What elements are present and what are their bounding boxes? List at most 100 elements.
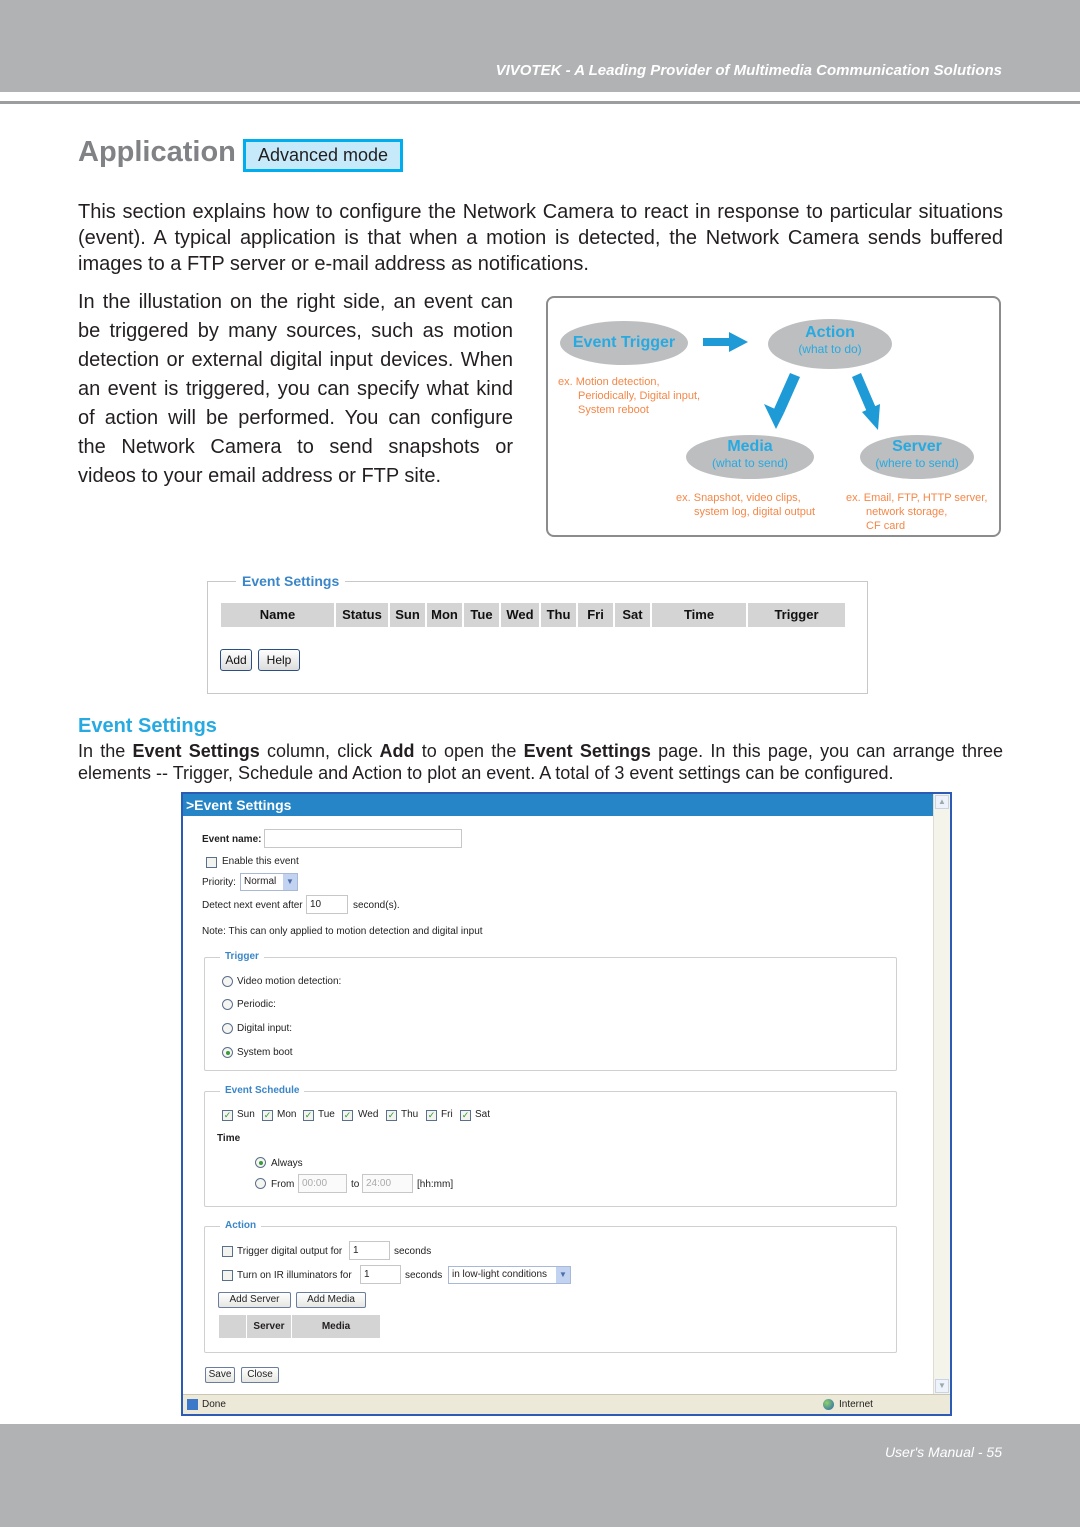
priority-value: Normal [244, 876, 277, 887]
day-checkbox-fri[interactable]: ✓ [426, 1110, 437, 1121]
event-name-input[interactable] [264, 829, 462, 848]
ir-illuminator-label: Turn on IR illuminators for [237, 1270, 352, 1281]
trigger-example-line: Periodically, Digital input, [578, 390, 701, 402]
section-paragraph: In the Event Settings column, click Add … [78, 740, 1003, 784]
text-run: column, click [259, 741, 380, 761]
day-checkbox-sat[interactable]: ✓ [460, 1110, 471, 1121]
server-node: Server (where to send) [860, 435, 974, 479]
detect-next-label: Detect next event after [202, 900, 303, 911]
media-example-line: ex. Snapshot, video clips, [676, 492, 801, 504]
day-checkbox-thu[interactable]: ✓ [386, 1110, 397, 1121]
add-media-button[interactable]: Add Media [296, 1292, 366, 1308]
header-tagline: VIVOTEK - A Leading Provider of Multimed… [495, 62, 1002, 79]
window-title: >Event Settings [183, 794, 935, 816]
digital-output-unit: seconds [394, 1246, 432, 1257]
trigger-radio-system-boot[interactable] [222, 1047, 233, 1058]
day-checkbox-mon[interactable]: ✓ [262, 1110, 273, 1121]
day-label: Tue [318, 1109, 335, 1120]
day-checkbox-wed[interactable]: ✓ [342, 1110, 353, 1121]
media-subtitle: (what to send) [711, 456, 789, 470]
ir-illuminator-unit: seconds [405, 1270, 443, 1281]
help-button[interactable]: Help [258, 649, 300, 671]
trigger-option-label: Video motion detection: [237, 976, 342, 987]
digital-output-input[interactable]: 1 [349, 1241, 390, 1260]
chevron-down-icon: ▼ [283, 874, 297, 890]
event-trigger-title: Event Trigger [572, 334, 676, 351]
action-table-header-server: Server [247, 1315, 291, 1338]
text-run: In the [78, 741, 133, 761]
column-header-wed: Wed [501, 603, 539, 627]
server-subtitle: (where to send) [875, 456, 959, 470]
status-text: Done [202, 1399, 226, 1410]
day-label: Wed [358, 1109, 379, 1120]
time-radio-always[interactable] [255, 1157, 266, 1168]
advanced-mode-badge: Advanced mode [243, 139, 403, 172]
vertical-scrollbar[interactable]: ▲ ▼ [933, 794, 950, 1394]
media-example-line: system log, digital output [694, 506, 816, 518]
priority-select[interactable]: Normal ▼ [240, 873, 298, 891]
day-label: Sun [237, 1109, 255, 1120]
time-label: Time [217, 1133, 241, 1144]
server-example-line: network storage, [866, 506, 948, 518]
to-time-input[interactable]: 24:00 [362, 1174, 413, 1193]
page-done-icon [187, 1398, 198, 1410]
status-bar: Done Internet [183, 1394, 950, 1414]
event-trigger-node: Event Trigger [560, 321, 688, 365]
add-button[interactable]: Add [220, 649, 252, 671]
day-checkbox-sun[interactable]: ✓ [222, 1110, 233, 1121]
illustration-paragraph: In the illustation on the right side, an… [78, 291, 513, 487]
column-header-thu: Thu [541, 603, 576, 627]
scroll-down-icon[interactable]: ▼ [935, 1379, 949, 1393]
enable-event-checkbox[interactable] [206, 857, 217, 868]
ir-condition-select[interactable]: in low-light conditions ▼ [448, 1266, 571, 1284]
media-title: Media [727, 438, 773, 455]
advanced-mode-label: Advanced mode [246, 142, 400, 169]
server-examples: ex. Email, FTP, HTTP server, network sto… [846, 491, 987, 533]
trigger-example-line: System reboot [578, 404, 649, 416]
trigger-radio-digital-input[interactable] [222, 1023, 233, 1034]
zone-text: Internet [839, 1399, 873, 1410]
enable-event-label: Enable this event [222, 856, 299, 867]
save-button[interactable]: Save [205, 1367, 235, 1383]
add-server-button[interactable]: Add Server [218, 1292, 291, 1308]
column-header-trigger: Trigger [748, 603, 845, 627]
trigger-radio-video-motion[interactable] [222, 976, 233, 987]
detect-next-input[interactable]: 10 [306, 895, 348, 914]
event-settings-legend: Event Settings [236, 573, 346, 589]
close-button[interactable]: Close [241, 1367, 279, 1383]
media-node: Media (what to send) [686, 435, 814, 479]
time-format-hint: [hh:mm] [417, 1179, 454, 1190]
event-flow-diagram: Event Trigger ex. Motion detection, Peri… [546, 296, 1001, 537]
server-example-line: CF card [866, 520, 906, 532]
day-label: Sat [475, 1109, 491, 1120]
column-header-sat: Sat [615, 603, 650, 627]
action-legend: Action [220, 1220, 262, 1231]
ir-illuminator-input[interactable]: 1 [360, 1265, 401, 1284]
column-header-tue: Tue [464, 603, 499, 627]
day-checkbox-tue[interactable]: ✓ [303, 1110, 314, 1121]
arrow-trigger-to-action-icon [703, 332, 748, 352]
day-label: Thu [401, 1109, 419, 1120]
trigger-radio-periodic[interactable] [222, 999, 233, 1010]
action-node: Action (what to do) [768, 319, 892, 369]
server-title: Server [892, 438, 942, 455]
time-radio-from[interactable] [255, 1178, 266, 1189]
page-title: Application [78, 136, 236, 168]
day-label: Fri [441, 1109, 453, 1120]
from-label: From [271, 1179, 295, 1190]
ir-illuminator-checkbox[interactable] [222, 1270, 233, 1281]
trigger-fieldset [204, 957, 897, 1071]
scroll-up-icon[interactable]: ▲ [935, 795, 949, 809]
internet-zone-icon [823, 1399, 834, 1410]
action-subtitle: (what to do) [798, 342, 862, 356]
trigger-option-label: System boot [237, 1047, 293, 1058]
bold-term: Event Settings [132, 741, 260, 761]
priority-label: Priority: [202, 877, 236, 888]
text-run: to open the [414, 741, 524, 761]
digital-output-checkbox[interactable] [222, 1246, 233, 1257]
header-divider [0, 101, 1080, 104]
trigger-example-line: ex. Motion detection, [558, 376, 660, 388]
from-time-input[interactable]: 00:00 [298, 1174, 347, 1193]
trigger-option-label: Periodic: [237, 999, 276, 1010]
trigger-legend: Trigger [220, 951, 264, 962]
